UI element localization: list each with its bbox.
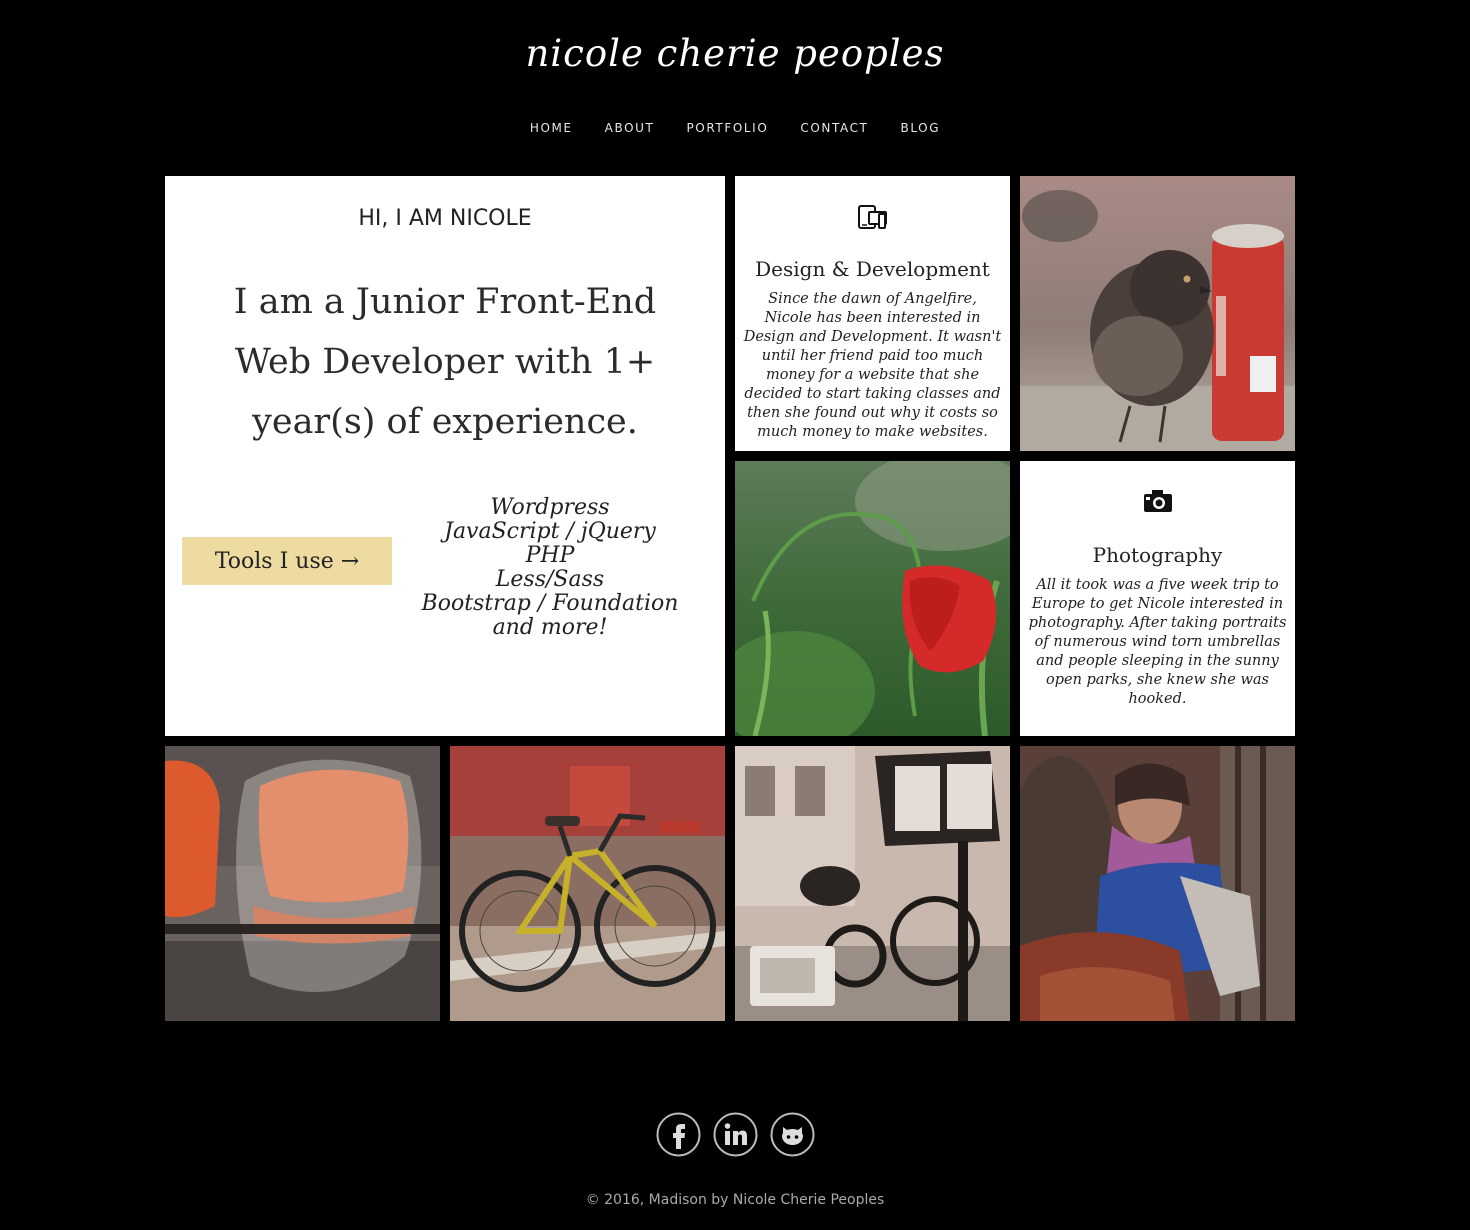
woman-with-scarf-photo[interactable] [1020, 746, 1295, 1021]
intro-tile: HI, I AM NICOLE I am a Junior Front-End … [165, 176, 725, 736]
tool-item: and more! [492, 615, 608, 640]
street-sign-and-scooter-photo[interactable] [735, 746, 1010, 1021]
main-nav: HOME ABOUT PORTFOLIO CONTACT BLOG [0, 121, 1470, 135]
nav-item-portfolio[interactable]: PORTFOLIO [670, 121, 784, 135]
tools-list: Wordpress JavaScript / jQuery PHP Less/S… [415, 496, 685, 640]
nav-item-about[interactable]: ABOUT [589, 121, 671, 135]
footer-copyright: © 2016, Madison by Nicole Cherie Peoples [585, 1192, 885, 1208]
tool-item: Wordpress [490, 495, 610, 520]
service-title: Photography [1092, 543, 1223, 567]
tool-item: Bootstrap / Foundation [421, 591, 679, 616]
tool-item: JavaScript / jQuery [444, 519, 656, 544]
intro-heading: HI, I AM NICOLE [358, 206, 532, 231]
design-development-tile: Design & Development Since the dawn of A… [735, 176, 1010, 451]
github-link[interactable] [770, 1112, 815, 1157]
photography-tile: Photography All it took was a five week … [1020, 461, 1295, 736]
camera-icon [1020, 488, 1295, 514]
bicycle-photo[interactable] [450, 746, 725, 1021]
site-title[interactable]: nicole cherie peoples [0, 32, 1470, 75]
social-links [0, 1112, 1470, 1157]
devices-icon [735, 203, 1010, 231]
facebook-icon [656, 1112, 700, 1157]
pigeon-and-soda-can-photo[interactable] [1020, 176, 1295, 451]
linkedin-link[interactable] [713, 1112, 758, 1157]
tool-item: Less/Sass [495, 567, 605, 592]
orange-chairs-photo[interactable] [165, 746, 440, 1021]
linkedin-icon [713, 1112, 757, 1157]
service-description: All it took was a five week trip to Euro… [1028, 577, 1287, 707]
service-description: Since the dawn of Angelfire, Nicole has … [743, 291, 1002, 440]
nav-item-blog[interactable]: BLOG [884, 121, 956, 135]
facebook-link[interactable] [656, 1112, 701, 1157]
tools-button[interactable]: Tools I use → [182, 537, 392, 585]
tool-item: PHP [525, 543, 575, 568]
service-title: Design & Development [755, 257, 990, 281]
nav-item-contact[interactable]: CONTACT [784, 121, 884, 135]
intro-tagline: I am a Junior Front-End Web Developer wi… [233, 282, 657, 442]
red-poppy-photo[interactable] [735, 461, 1010, 736]
nav-item-home[interactable]: HOME [514, 121, 589, 135]
github-icon [770, 1112, 814, 1157]
